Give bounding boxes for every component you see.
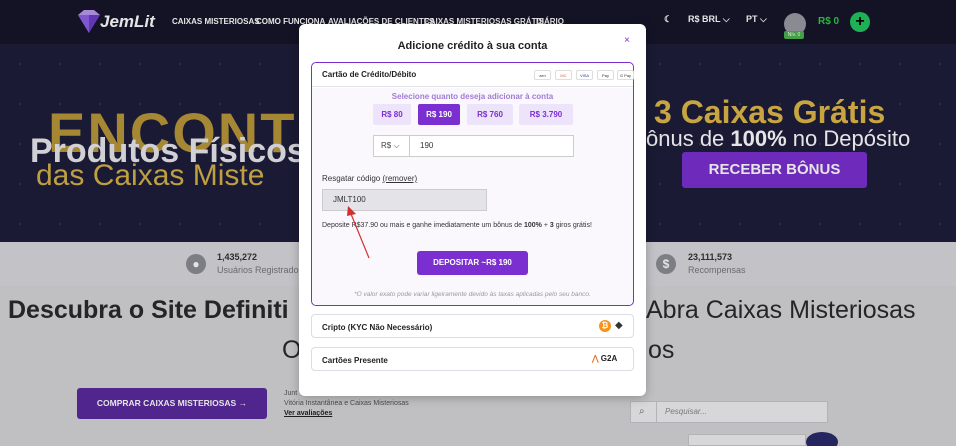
redeem-code-label: Resgatar código (remover) (322, 174, 418, 183)
mastercard-icon: MC (555, 70, 572, 80)
g2a-icon: ⋀ G2A (592, 354, 618, 363)
gift-cards-option[interactable]: Cartões Presente ⋀ G2A (311, 347, 634, 371)
remove-code-link[interactable]: (remover) (383, 174, 418, 183)
close-icon[interactable]: × (624, 35, 630, 46)
add-credit-modal: Adicione crédito à sua conta × Cartão de… (299, 24, 646, 396)
card-payment-body: Selecione quanto deseja adicionar à cont… (312, 88, 633, 305)
deposit-bonus-text: Deposite R$37.90 ou mais e ganhe imediat… (322, 222, 592, 229)
crypto-payment-option[interactable]: Cripto (KYC Não Necessário) ₿ ◆ (311, 314, 634, 338)
amount-option-190[interactable]: R$ 190 (418, 104, 460, 125)
gift-cards-title: Cartões Presente (322, 356, 388, 365)
amount-option-760[interactable]: R$ 760 (467, 104, 513, 125)
promo-code-input[interactable]: JMLT100 (322, 189, 487, 211)
select-amount-label: Selecione quanto deseja adicionar à cont… (391, 92, 554, 101)
zen-icon: zen (534, 70, 551, 80)
apple-pay-icon: Pay (597, 70, 614, 80)
bitcoin-icon: ₿ (599, 320, 611, 332)
card-payment-header[interactable]: Cartão de Crédito/Débito zen MC VISA Pay… (312, 63, 634, 87)
ethereum-icon: ◆ (615, 320, 623, 331)
crypto-title: Cripto (KYC Não Necessário) (322, 323, 433, 332)
amount-input[interactable]: 190 (410, 135, 574, 157)
google-pay-icon: G Pay (617, 70, 634, 80)
deposit-button[interactable]: DEPOSITAR ~R$ 190 (417, 251, 528, 275)
bank-fee-note: *O valor exato pode variar ligeiramente … (354, 291, 591, 298)
visa-icon: VISA (576, 70, 593, 80)
amount-option-3790[interactable]: R$ 3.790 (519, 104, 573, 125)
modal-title: Adicione crédito à sua conta (397, 40, 548, 52)
card-payment-section: Cartão de Crédito/Débito zen MC VISA Pay… (311, 62, 634, 306)
currency-dropdown[interactable]: R$ ⌵ (373, 135, 410, 157)
card-payment-title: Cartão de Crédito/Débito (322, 70, 417, 79)
amount-option-80[interactable]: R$ 80 (373, 104, 411, 125)
